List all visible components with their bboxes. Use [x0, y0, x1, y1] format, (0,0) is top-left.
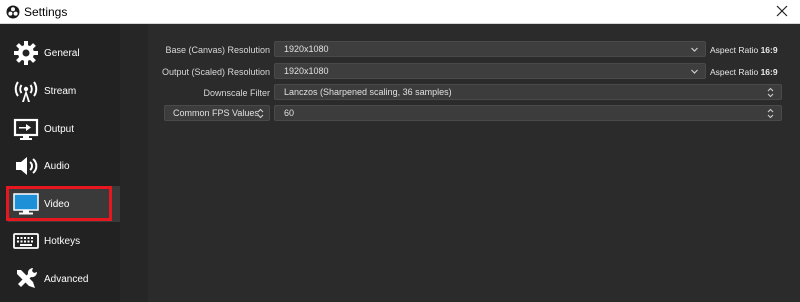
- sidebar-item-label: General: [44, 47, 80, 59]
- broadcast-icon: [14, 81, 38, 102]
- downscale-filter-value: Lanczos (Sharpened scaling, 36 samples): [284, 87, 452, 97]
- downscale-filter-select[interactable]: Lanczos (Sharpened scaling, 36 samples): [274, 84, 782, 100]
- sidebar-item-stream[interactable]: Stream: [8, 73, 120, 109]
- chevron-down-icon[interactable]: [690, 67, 699, 76]
- fps-value: 60: [284, 108, 295, 118]
- output-resolution-combobox[interactable]: 1920x1080: [274, 63, 706, 79]
- close-icon[interactable]: [774, 3, 790, 19]
- sidebar-item-hotkeys[interactable]: Hotkeys: [8, 223, 120, 259]
- downscale-filter-label: Downscale Filter: [203, 88, 270, 98]
- sidebar-item-label: Audio: [44, 160, 70, 172]
- sidebar-item-label: Advanced: [44, 273, 89, 285]
- output-monitor-icon: [13, 118, 39, 140]
- sidebar-item-label: Stream: [44, 85, 77, 97]
- fps-mode-select[interactable]: Common FPS Values: [164, 105, 270, 121]
- sidebar-item-advanced[interactable]: Advanced: [8, 261, 120, 297]
- sidebar-item-label: Output: [44, 123, 75, 135]
- sidebar-item-audio[interactable]: Audio: [8, 148, 120, 184]
- fps-value-select[interactable]: 60: [274, 105, 782, 121]
- sidebar-item-output[interactable]: Output: [8, 111, 120, 147]
- sidebar-gutter: [120, 24, 148, 302]
- base-aspect-ratio: Aspect Ratio 16:9: [710, 45, 778, 55]
- output-resolution-value: 1920x1080: [284, 66, 329, 76]
- selection-highlight-box: [6, 186, 112, 221]
- speaker-icon: [16, 157, 38, 175]
- updown-caret-icon[interactable]: [766, 108, 775, 119]
- sidebar-item-label: Hotkeys: [44, 235, 81, 247]
- window-title: Settings: [24, 5, 68, 19]
- obs-logo-icon: [6, 5, 20, 19]
- base-resolution-value: 1920x1080: [284, 44, 329, 54]
- chevron-down-icon[interactable]: [690, 45, 699, 54]
- base-resolution-combobox[interactable]: 1920x1080: [274, 41, 706, 57]
- gear-icon: [14, 41, 38, 65]
- tools-icon: [17, 267, 38, 288]
- base-resolution-label: Base (Canvas) Resolution: [165, 45, 270, 55]
- window-titlebar: Settings: [0, 0, 800, 24]
- sidebar-item-general[interactable]: General: [8, 35, 120, 71]
- fps-mode-value: Common FPS Values: [173, 108, 259, 118]
- updown-caret-icon[interactable]: [766, 87, 775, 98]
- updown-caret-icon[interactable]: [256, 108, 265, 119]
- output-resolution-label: Output (Scaled) Resolution: [161, 67, 270, 77]
- keyboard-icon: [13, 233, 39, 249]
- output-aspect-ratio: Aspect Ratio 16:9: [710, 67, 778, 77]
